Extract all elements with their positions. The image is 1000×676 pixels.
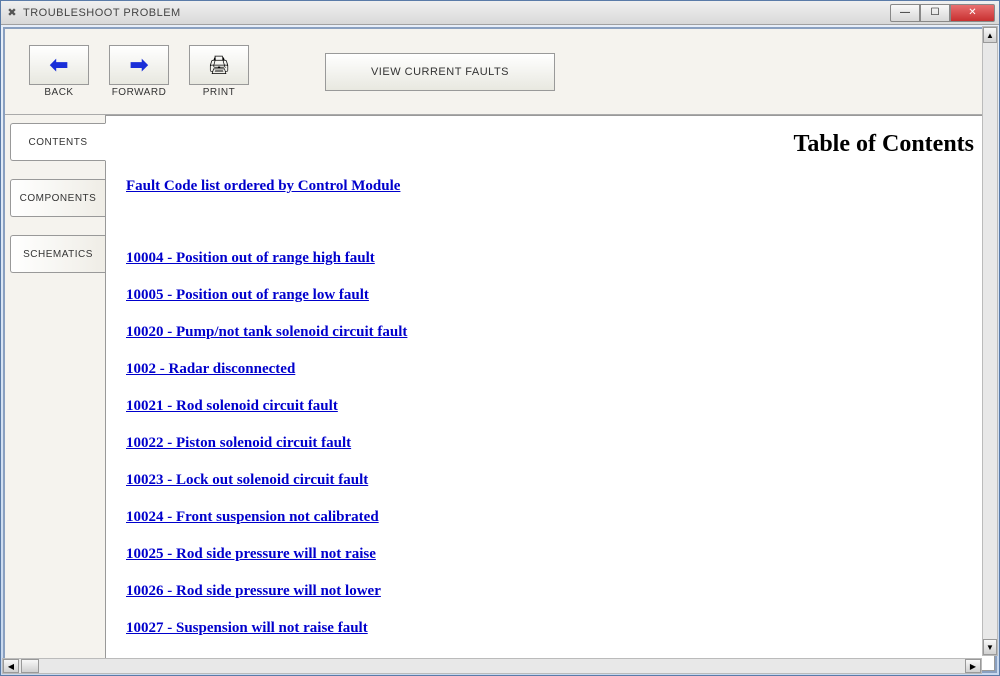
printer-icon: 🖨 [189,45,249,85]
fault-link[interactable]: 10005 - Position out of range low fault [126,287,974,304]
vertical-scrollbar[interactable]: ▲ ▼ [982,26,998,656]
fault-link[interactable]: 10024 - Front suspension not calibrated [126,509,974,526]
forward-label: FORWARD [112,87,167,98]
print-button[interactable]: 🖨 PRINT [185,41,253,102]
horizontal-scrollbar[interactable]: ◀ ▶ [2,658,982,674]
fault-link[interactable]: 10026 - Rod side pressure will not lower [126,583,974,600]
scroll-up-icon[interactable]: ▲ [983,27,997,43]
scroll-thumb[interactable] [21,659,39,673]
fault-link[interactable]: 1002 - Radar disconnected [126,361,974,378]
back-arrow-icon: ⬅ [29,45,89,85]
scroll-right-icon[interactable]: ▶ [965,659,981,673]
forward-arrow-icon: ➡ [109,45,169,85]
toolbar: ⬅ BACK ➡ FORWARD 🖨 PRINT VIEW CURRENT FA… [5,29,995,114]
page-title: Table of Contents [126,131,974,158]
content-wrapper: CONTENTS COMPONENTS SCHEMATICS Table of … [5,114,995,671]
fault-link[interactable]: 10020 - Pump/not tank solenoid circuit f… [126,324,974,341]
back-button[interactable]: ⬅ BACK [25,41,93,102]
side-tabs: CONTENTS COMPONENTS SCHEMATICS [5,115,105,671]
scroll-left-icon[interactable]: ◀ [3,659,19,673]
fault-link[interactable]: 10004 - Position out of range high fault [126,250,974,267]
fault-link[interactable]: 10027 - Suspension will not raise fault [126,620,974,637]
forward-button[interactable]: ➡ FORWARD [105,41,173,102]
fault-link[interactable]: 10021 - Rod solenoid circuit fault [126,398,974,415]
main-area: ⬅ BACK ➡ FORWARD 🖨 PRINT VIEW CURRENT FA… [3,27,997,673]
app-icon: ✖ [5,6,19,20]
maximize-button[interactable]: ☐ [920,4,950,22]
scroll-down-icon[interactable]: ▼ [983,639,997,655]
tab-schematics[interactable]: SCHEMATICS [10,235,105,273]
back-label: BACK [44,87,73,98]
minimize-button[interactable]: — [890,4,920,22]
fault-link[interactable]: 10025 - Rod side pressure will not raise [126,546,974,563]
fault-link[interactable]: 10022 - Piston solenoid circuit fault [126,435,974,452]
fault-link[interactable]: 10023 - Lock out solenoid circuit fault [126,472,974,489]
window-title: TROUBLESHOOT PROBLEM [23,7,890,19]
print-label: PRINT [203,87,236,98]
content-panel: Table of Contents Fault Code list ordere… [105,115,995,671]
tab-contents[interactable]: CONTENTS [10,123,106,161]
close-button[interactable]: ✕ [950,4,995,22]
tab-components[interactable]: COMPONENTS [10,179,105,217]
view-current-faults-button[interactable]: VIEW CURRENT FAULTS [325,53,555,91]
app-window: ✖ TROUBLESHOOT PROBLEM — ☐ ✕ ⬅ BACK ➡ FO… [0,0,1000,676]
header-link[interactable]: Fault Code list ordered by Control Modul… [126,178,974,195]
window-controls: — ☐ ✕ [890,4,995,22]
title-bar: ✖ TROUBLESHOOT PROBLEM — ☐ ✕ [1,1,999,25]
